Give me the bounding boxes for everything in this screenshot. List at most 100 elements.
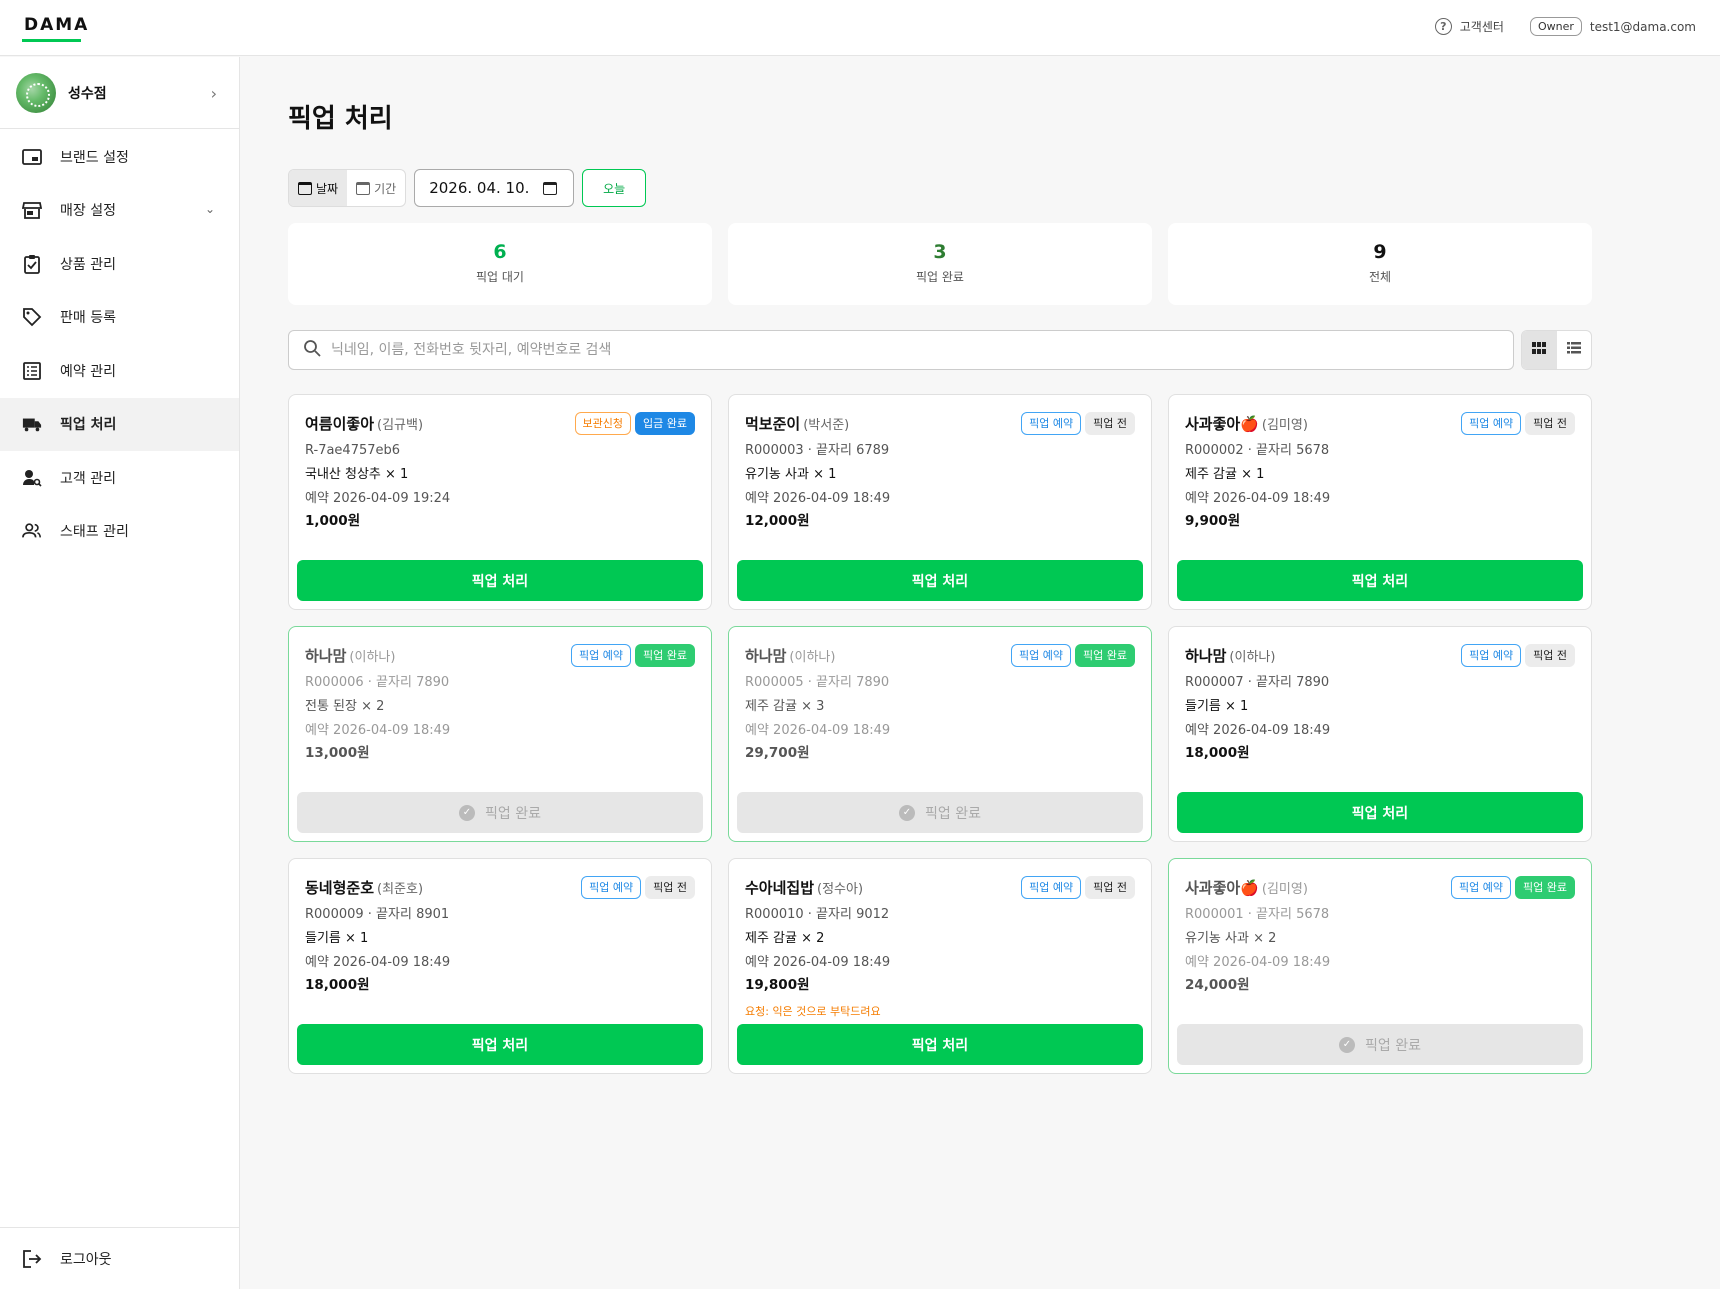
reservation-badge: 픽업 예약	[1021, 875, 1082, 899]
reservation-id: R-7ae4757eb6	[305, 443, 401, 458]
logout-button[interactable]: 로그아웃	[0, 1227, 239, 1289]
help-center-link[interactable]: 고객센터	[1460, 18, 1504, 35]
sidebar-item-sales[interactable]: 판매 등록	[0, 291, 239, 345]
date-value: 2026. 04. 10.	[429, 179, 530, 197]
reservation-id: R000005 · 끝자리 7890	[745, 675, 890, 690]
user-search-icon	[22, 468, 42, 488]
reservation-time: 예약 2026-04-09 18:49	[1185, 955, 1331, 970]
sidebar-item-staff[interactable]: 스태프 관리	[0, 505, 239, 559]
calendar-icon	[298, 181, 312, 195]
stat-value: 9	[1373, 241, 1387, 263]
stat-label: 전체	[1368, 270, 1392, 284]
pickup-process-button[interactable]: 픽업 처리	[737, 1024, 1143, 1065]
search-input[interactable]	[331, 342, 1481, 358]
customer-name: (김미영)	[1261, 881, 1308, 897]
help-circle-icon[interactable]: ?	[1434, 18, 1452, 35]
pickup-card: 사과좋아🍎 (김미영) 픽업 예약 픽업 전 R000002 · 끝자리 5678…	[1168, 394, 1592, 610]
reservation-badge: 픽업 예약	[1451, 875, 1512, 899]
reservation-time: 예약 2026-04-09 18:49	[745, 491, 891, 506]
sidebar-item-label: 고객 관리	[60, 470, 116, 487]
reservation-badge: 픽업 예약	[1461, 643, 1522, 667]
order-price: 29,700원	[745, 745, 810, 761]
customer-name: (김규백)	[377, 417, 424, 433]
pickup-process-button[interactable]: 픽업 처리	[297, 1024, 703, 1065]
stat-pending[interactable]: 6 픽업 대기	[288, 223, 712, 305]
calendar-icon[interactable]	[543, 182, 558, 195]
pickup-process-button[interactable]: 픽업 처리	[297, 560, 703, 601]
order-price: 12,000원	[745, 513, 810, 529]
status-badge: 픽업 전	[1085, 875, 1135, 899]
order-item: 제주 감귤 × 2	[745, 931, 825, 946]
pickup-process-button[interactable]: 픽업 처리	[1177, 560, 1583, 601]
sidebar-item-reservations[interactable]: 예약 관리	[0, 344, 239, 398]
customer-name: (이하나)	[349, 649, 396, 665]
stat-value: 3	[933, 241, 947, 263]
nickname-text: 하나맘	[745, 646, 787, 665]
pickup-process-button[interactable]: 픽업 처리	[737, 560, 1143, 601]
order-item: 제주 감귤 × 3	[745, 699, 825, 714]
reservation-id: R000007 · 끝자리 7890	[1185, 675, 1330, 690]
sidebar-item-label: 픽업 처리	[60, 417, 117, 434]
order-price: 18,000원	[305, 977, 370, 993]
sidebar-item-brand[interactable]: 브랜드 설정	[0, 130, 239, 184]
reservation-id: R000001 · 끝자리 5678	[1185, 907, 1330, 922]
brand-icon	[22, 147, 42, 167]
order-price: 1,000원	[305, 513, 361, 529]
nickname-text: 하나맘	[305, 646, 347, 665]
order-price: 19,800원	[745, 977, 810, 993]
user-email[interactable]: test1@dama.com	[1590, 20, 1696, 34]
sidebar-item-customers[interactable]: 고객 관리	[0, 451, 239, 505]
order-price: 18,000원	[1185, 745, 1250, 761]
check-circle-icon: ✓	[1339, 1036, 1355, 1053]
status-badge: 픽업 완료	[1515, 875, 1575, 899]
pickup-card: 하나맘 (이하나) 픽업 예약 픽업 완료 R000006 · 끝자리 7890 …	[288, 626, 712, 842]
reservation-time: 예약 2026-04-09 18:49	[1185, 723, 1331, 738]
mode-date-button[interactable]: 날짜	[289, 170, 348, 206]
stat-completed[interactable]: 3 픽업 완료	[728, 223, 1152, 305]
role-badge: Owner	[1529, 17, 1582, 36]
list-view-button[interactable]	[1557, 331, 1592, 369]
nickname-text: 사과좋아🍎	[1185, 414, 1259, 433]
status-badge: 픽업 전	[1525, 643, 1575, 667]
stat-total[interactable]: 9 전체	[1168, 223, 1592, 305]
reservation-time: 예약 2026-04-09 18:49	[1185, 491, 1331, 506]
stat-label: 픽업 완료	[916, 270, 964, 284]
pickup-card: 먹보준이 (박서준) 픽업 예약 픽업 전 R000003 · 끝자리 6789 …	[728, 394, 1152, 610]
today-button[interactable]: 오늘	[582, 169, 647, 207]
pickup-done-label: 픽업 완료	[925, 805, 981, 822]
payment-badge: 입금 완료	[635, 411, 695, 435]
top-header: DAMA ? 고객센터 Owner test1@dama.com	[0, 0, 1720, 56]
store-icon	[22, 200, 42, 220]
customer-nickname: 동네형준호 (최준호)	[305, 877, 423, 898]
clipboard-check-icon	[22, 254, 42, 274]
pickup-card: 사과좋아🍎 (김미영) 픽업 예약 픽업 완료 R000001 · 끝자리 567…	[1168, 858, 1592, 1074]
truck-icon	[22, 414, 42, 434]
date-input[interactable]: 2026. 04. 10.	[414, 169, 575, 207]
grid-view-button[interactable]	[1522, 331, 1557, 369]
stat-value: 6	[493, 241, 507, 263]
pickup-done-button: ✓ 픽업 완료	[737, 792, 1143, 833]
reservation-badge: 픽업 예약	[571, 643, 632, 667]
store-avatar	[16, 72, 56, 113]
mode-range-button[interactable]: 기간	[347, 170, 405, 206]
sidebar-item-store[interactable]: 매장 설정 ⌄	[0, 184, 239, 238]
customer-name: (이하나)	[1229, 649, 1276, 665]
customer-name: (박서준)	[803, 417, 850, 433]
reservation-badge: 픽업 예약	[1461, 411, 1522, 435]
pickup-process-button[interactable]: 픽업 처리	[1177, 792, 1583, 833]
dama-logo[interactable]: DAMA	[24, 15, 89, 35]
sidebar-item-label: 매장 설정	[60, 203, 116, 220]
date-mode-toggle: 날짜 기간	[288, 169, 407, 207]
reservation-time: 예약 2026-04-09 18:49	[745, 955, 891, 970]
status-badge: 픽업 완료	[1075, 643, 1135, 667]
reservation-id: R000010 · 끝자리 9012	[745, 907, 890, 922]
sidebar-item-products[interactable]: 상품 관리	[0, 237, 239, 291]
sidebar: 성수점 › 브랜드 설정 매장 설정 ⌄ 상품 관리 판매 등록 예약 관리 픽…	[0, 57, 240, 1289]
logout-label: 로그아웃	[60, 1251, 112, 1268]
pickup-card: 하나맘 (이하나) 픽업 예약 픽업 전 R000007 · 끝자리 7890 들…	[1168, 626, 1592, 842]
pickup-done-label: 픽업 완료	[1365, 1037, 1421, 1054]
store-selector[interactable]: 성수점 ›	[0, 57, 239, 129]
sidebar-item-pickup[interactable]: 픽업 처리	[0, 397, 239, 451]
mode-date-label: 날짜	[316, 181, 339, 196]
customer-nickname: 하나맘 (이하나)	[745, 645, 835, 666]
